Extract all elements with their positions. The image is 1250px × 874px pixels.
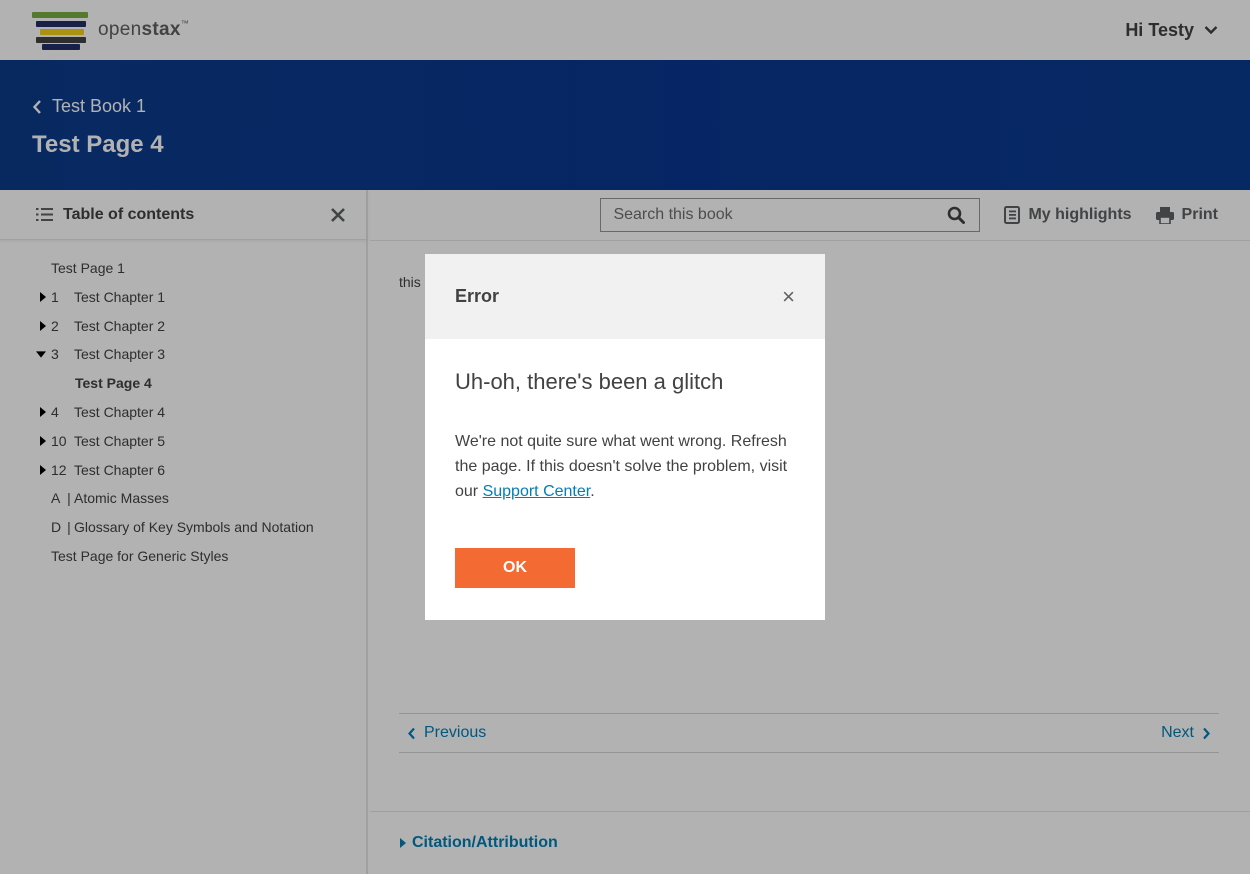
modal-body: Uh-oh, there's been a glitch We're not q…	[425, 339, 825, 588]
error-modal: Error × Uh-oh, there's been a glitch We'…	[425, 254, 825, 620]
modal-heading: Uh-oh, there's been a glitch	[455, 369, 724, 394]
modal-header: Error ×	[425, 254, 825, 339]
modal-message: We're not quite sure what went wrong. Re…	[455, 433, 788, 500]
ok-button[interactable]: OK	[455, 548, 575, 588]
modal-title: Error	[455, 286, 500, 306]
modal-close-icon[interactable]: ×	[782, 285, 795, 308]
support-center-link[interactable]: Support Center	[483, 483, 591, 500]
